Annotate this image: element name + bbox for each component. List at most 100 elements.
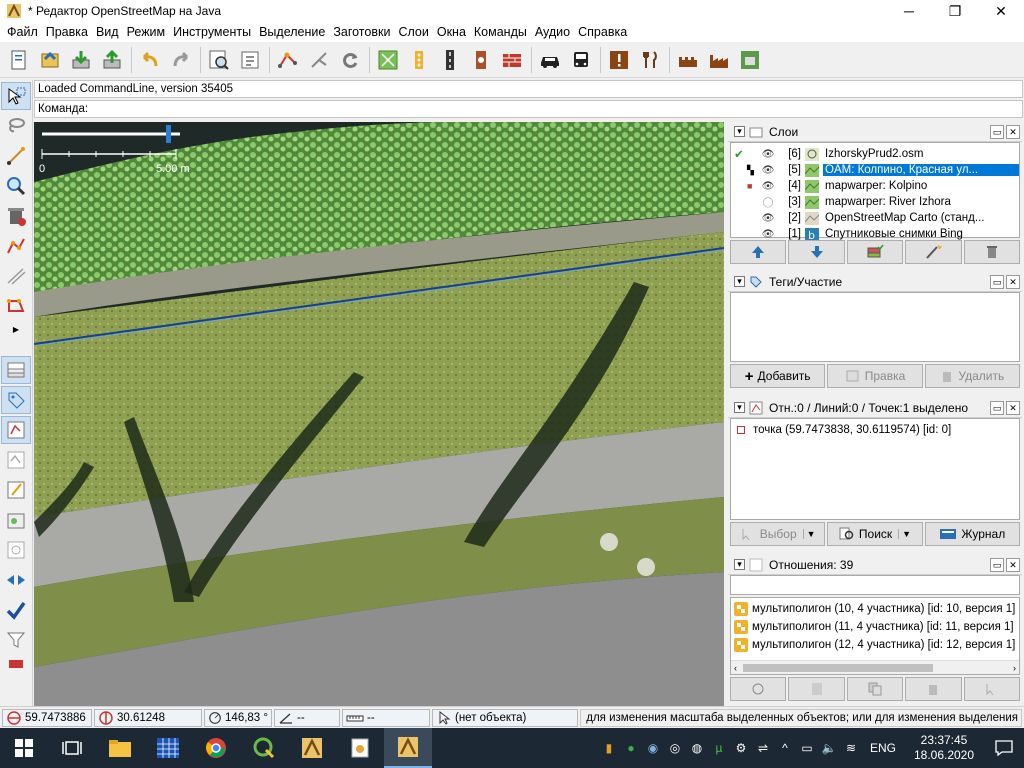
list-item[interactable]: точка (59.7473838, 30.6119574) [id: 0] xyxy=(735,422,1015,438)
detach-panel-button[interactable]: ▭ xyxy=(990,125,1004,139)
layer-row[interactable]: ✔ 👁 [6] IzhorskyPrud2.osm xyxy=(731,146,1019,162)
add-tag-button[interactable]: + Добавить xyxy=(730,364,826,388)
visibility-eye-icon[interactable]: 👁 xyxy=(757,181,779,192)
layer-row[interactable]: ▚ 👁 [5] OAM: Колпино, Красная ул... xyxy=(731,162,1019,178)
tray-settings-icon[interactable]: ◍ xyxy=(686,741,708,755)
app-calendar-button[interactable] xyxy=(144,728,192,768)
close-panel-button[interactable]: ✕ xyxy=(1006,125,1020,139)
menu-mode[interactable]: Режим xyxy=(123,25,170,39)
layer-settings-button[interactable] xyxy=(905,240,962,264)
visibility-eye-icon[interactable]: 👁 xyxy=(757,229,779,240)
start-button[interactable] xyxy=(0,728,48,768)
list-item[interactable]: мультиполигон (10, 4 участника) [id: 10,… xyxy=(733,600,1019,618)
detach-panel-button[interactable]: ▭ xyxy=(990,275,1004,289)
tool-split-button[interactable] xyxy=(304,45,334,75)
detach-panel-button[interactable]: ▭ xyxy=(990,401,1004,415)
close-panel-button[interactable]: ✕ xyxy=(1006,275,1020,289)
tray-sync-icon[interactable]: ◎ xyxy=(664,741,686,755)
tool-refresh-button[interactable] xyxy=(335,45,365,75)
tray-app-icon[interactable]: ▮ xyxy=(598,741,620,755)
tray-check-icon[interactable]: ● xyxy=(620,741,642,755)
close-panel-button[interactable]: ✕ xyxy=(1006,558,1020,572)
list-item[interactable]: мультиполигон (12, 4 участника) [id: 12,… xyxy=(733,636,1019,654)
menu-view[interactable]: Вид xyxy=(92,25,123,39)
menu-selection[interactable]: Выделение xyxy=(255,25,329,39)
detach-panel-button[interactable]: ▭ xyxy=(990,558,1004,572)
tray-volume-icon[interactable]: 🔈 xyxy=(818,741,840,755)
menu-commands[interactable]: Команды xyxy=(470,25,531,39)
preset-barrier-button[interactable] xyxy=(497,45,527,75)
toggle-tags-dialog[interactable] xyxy=(1,386,31,414)
preset-area-button[interactable] xyxy=(373,45,403,75)
minimize-button[interactable]: ─ xyxy=(886,0,932,22)
layer-row[interactable]: 👁 [2] OpenStreetMap Carto (станд... xyxy=(731,210,1019,226)
undo-button[interactable] xyxy=(135,45,165,75)
move-up-button[interactable] xyxy=(730,240,787,264)
collapse-toggle[interactable]: ▾ xyxy=(734,559,745,570)
menu-tools[interactable]: Инструменты xyxy=(169,25,255,39)
visibility-eye-icon[interactable]: 👁 xyxy=(757,149,779,160)
collapse-toggle[interactable]: ▾ xyxy=(734,126,745,137)
chrome-button[interactable] xyxy=(192,728,240,768)
tray-torrent-icon[interactable]: µ xyxy=(708,741,730,755)
lasso-mode-button[interactable] xyxy=(1,112,31,140)
improve-way-button[interactable] xyxy=(1,232,31,260)
collapse-toggle[interactable]: ▾ xyxy=(734,276,745,287)
preset-food-button[interactable] xyxy=(635,45,665,75)
zoom-to-data-button[interactable] xyxy=(204,45,234,75)
tool-nodes-button[interactable] xyxy=(273,45,303,75)
select-mode-button[interactable] xyxy=(1,82,31,110)
toggle-filter-validate[interactable] xyxy=(1,596,31,624)
close-button[interactable]: ✕ xyxy=(978,0,1024,22)
toggle-minimap-dialog[interactable] xyxy=(1,656,31,670)
more-modes-button[interactable]: ▶ xyxy=(1,322,31,336)
visibility-eye-icon[interactable]: 👁 xyxy=(757,213,779,224)
tray-chevron-icon[interactable]: ^ xyxy=(774,741,796,755)
draw-mode-button[interactable] xyxy=(1,142,31,170)
dropdown-arrow-icon[interactable]: ▼ xyxy=(802,529,816,539)
visibility-eye-icon[interactable]: 👁 xyxy=(757,165,779,176)
relation-doc-button[interactable] xyxy=(788,677,845,701)
tray-steam-icon[interactable]: ⚙ xyxy=(730,741,752,755)
upload-button[interactable] xyxy=(97,45,127,75)
collapse-toggle[interactable]: ▾ xyxy=(734,402,745,413)
scroll-left-icon[interactable]: ‹ xyxy=(734,663,737,673)
list-item[interactable]: мультиполигон (11, 4 участника) [id: 11,… xyxy=(733,618,1019,636)
file-explorer-button[interactable] xyxy=(96,728,144,768)
menu-file[interactable]: Файл xyxy=(3,25,42,39)
preset-road-button[interactable] xyxy=(435,45,465,75)
relation-duplicate-button[interactable] xyxy=(846,677,904,701)
search-button[interactable]: Поиск ▼ xyxy=(827,522,923,546)
menu-presets[interactable]: Заготовки xyxy=(329,25,394,39)
edit-tag-button[interactable]: Правка xyxy=(827,364,923,388)
delete-tag-button[interactable]: Удалить xyxy=(924,364,1020,388)
horizontal-scrollbar[interactable]: ‹ › xyxy=(731,660,1019,674)
qgis-button[interactable] xyxy=(240,728,288,768)
preset-industrial-button[interactable] xyxy=(704,45,734,75)
close-panel-button[interactable]: ✕ xyxy=(1006,401,1020,415)
clock[interactable]: 23:37:45 18.06.2020 xyxy=(904,733,984,763)
document-app-button[interactable] xyxy=(336,728,384,768)
relation-edit-button[interactable] xyxy=(730,677,787,701)
delete-layer-button[interactable] xyxy=(963,240,1021,264)
preset-landuse-button[interactable] xyxy=(735,45,765,75)
menu-audio[interactable]: Аудио xyxy=(531,25,574,39)
parallel-mode-button[interactable] xyxy=(1,262,31,290)
open-button[interactable] xyxy=(35,45,65,75)
relation-select-button[interactable] xyxy=(963,677,1021,701)
scroll-thumb[interactable] xyxy=(743,663,933,672)
toggle-filter-dialog[interactable] xyxy=(1,626,31,654)
merge-layer-button[interactable] xyxy=(846,240,904,264)
delete-mode-button[interactable] xyxy=(1,202,31,230)
layer-row[interactable]: ■ 👁 [4] mapwarper: Kolpino xyxy=(731,178,1019,194)
history-button[interactable]: Журнал xyxy=(924,522,1020,546)
relation-delete-button[interactable] xyxy=(905,677,962,701)
tray-wifi-icon[interactable]: ≋ xyxy=(840,741,862,755)
preset-bus-button[interactable] xyxy=(566,45,596,75)
preset-crossing-button[interactable] xyxy=(466,45,496,75)
menu-edit[interactable]: Правка xyxy=(42,25,92,39)
preferences-button[interactable] xyxy=(235,45,265,75)
toggle-author-dialog[interactable] xyxy=(1,506,31,534)
hidden-eye-icon[interactable]: ◯ xyxy=(757,197,779,208)
maximize-button[interactable]: ❐ xyxy=(932,0,978,22)
